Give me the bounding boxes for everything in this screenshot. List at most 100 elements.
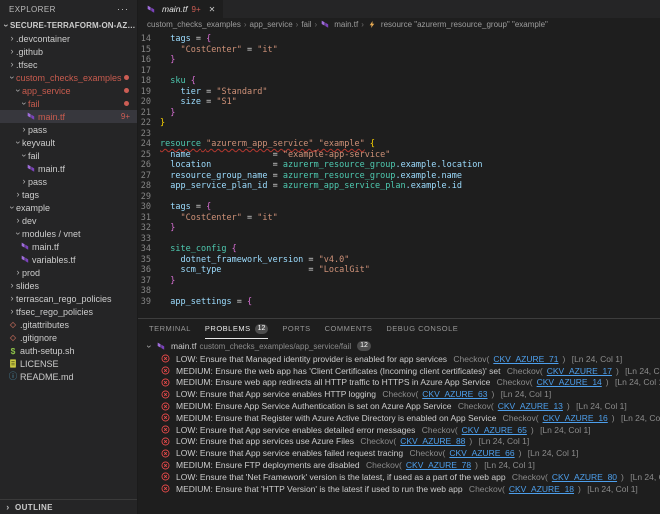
code-area[interactable]: 14 tags = {15 "CostCenter" = "it"16 }171…	[138, 31, 660, 318]
tree-item-main-tf[interactable]: main.tf	[0, 162, 137, 175]
problem-code-link[interactable]: CKV_AZURE_66	[449, 448, 514, 458]
tree-item-gitignore[interactable]: .gitignore	[0, 331, 137, 344]
tree-item-example[interactable]: ›example	[0, 201, 137, 214]
tree-item-auth-setup-sh[interactable]: $auth-setup.sh	[0, 344, 137, 357]
tree-item-github[interactable]: ›.github	[0, 45, 137, 58]
problem-code-link[interactable]: CKV_AZURE_88	[400, 436, 465, 446]
problem-source: Checkov(	[467, 484, 505, 494]
problem-code-link[interactable]: CKV_AZURE_13	[498, 401, 563, 411]
problem-location: [Ln 24, Col 1]	[482, 460, 535, 470]
tree-item-gitattributes[interactable]: .gitattributes	[0, 318, 137, 331]
problem-row[interactable]: LOW: Ensure that app services use Azure …	[138, 436, 660, 448]
error-icon	[160, 461, 170, 470]
tree-item-prod[interactable]: ›prod	[0, 266, 137, 279]
problem-row[interactable]: MEDIUM: Ensure that Register with Azure …	[138, 412, 660, 424]
problem-message: LOW: Ensure that 'Net Framework' version…	[176, 472, 506, 482]
tree-item-slides[interactable]: ›slides	[0, 279, 137, 292]
tree-item-tfsec[interactable]: ›.tfsec	[0, 58, 137, 71]
tree-item-devcontainer[interactable]: ›.devcontainer	[0, 32, 137, 45]
chevron-right-icon: ›	[8, 294, 16, 303]
problem-code-link[interactable]: CKV_AZURE_65	[462, 425, 527, 435]
panel-tab-comments[interactable]: COMMENTS	[325, 319, 373, 339]
problem-code-link[interactable]: CKV_AZURE_18	[509, 484, 574, 494]
panel-tab-terminal[interactable]: TERMINAL	[149, 319, 191, 339]
problem-row[interactable]: LOW: Ensure that Managed identity provid…	[138, 353, 660, 365]
problem-row[interactable]: LOW: Ensure that App service enables fai…	[138, 447, 660, 459]
tree-item-keyvault[interactable]: ›keyvault	[0, 136, 137, 149]
problem-code-link[interactable]: CKV_AZURE_78	[406, 460, 471, 470]
tree-item-label: modules / vnet	[22, 229, 81, 239]
breadcrumb-label: fail	[301, 20, 311, 29]
code-line: 19 tier = "Standard"	[138, 87, 660, 98]
chevron-down-icon: ›	[20, 100, 29, 108]
tree-item-dev[interactable]: ›dev	[0, 214, 137, 227]
panel-tab-debug-console[interactable]: DEBUG CONSOLE	[386, 319, 458, 339]
tree-item-label: prod	[22, 268, 40, 278]
problem-code-link[interactable]: CKV_AZURE_71	[493, 354, 558, 364]
problem-row[interactable]: LOW: Ensure that App service enables HTT…	[138, 388, 660, 400]
breadcrumb-item-fail[interactable]: fail	[301, 20, 311, 29]
tree-item-custom-checks-examples[interactable]: ›custom_checks_examples	[0, 71, 137, 84]
breadcrumb-item-custom-checks-examples[interactable]: custom_checks_examples	[147, 20, 241, 29]
breadcrumb-item-app-service[interactable]: app_service	[250, 20, 293, 29]
breadcrumb-item-main-tf[interactable]: main.tf	[320, 20, 358, 29]
close-icon[interactable]: ✕	[209, 5, 216, 14]
tree-item-tags[interactable]: ›tags	[0, 188, 137, 201]
code-text: location = azurerm_resource_group.exampl…	[160, 160, 482, 171]
tree-item-app-service[interactable]: ›app_service	[0, 84, 137, 97]
problem-row[interactable]: MEDIUM: Ensure the web app has 'Client C…	[138, 365, 660, 377]
problem-code-link[interactable]: CKV_AZURE_16	[543, 413, 608, 423]
problem-row[interactable]: LOW: Ensure that App service enables det…	[138, 424, 660, 436]
tree-item-tfsec-rego-policies[interactable]: ›tfsec_rego_policies	[0, 305, 137, 318]
problem-row[interactable]: MEDIUM: Ensure FTP deployments are disab…	[138, 459, 660, 471]
tree-item-fail[interactable]: ›fail	[0, 97, 137, 110]
symbol-event-icon	[367, 20, 377, 29]
panel-tab-label: COMMENTS	[325, 324, 373, 333]
problem-message: LOW: Ensure that Managed identity provid…	[176, 354, 447, 364]
more-actions-icon[interactable]: ···	[117, 4, 129, 14]
chevron-right-icon: ›	[8, 60, 16, 69]
tree-item-readme-md[interactable]: ⓘREADME.md	[0, 370, 137, 383]
problem-source-paren: )	[519, 448, 522, 458]
terraform-icon	[156, 342, 166, 351]
chevron-right-icon: ›	[8, 281, 16, 290]
problem-row[interactable]: LOW: Ensure that 'Net Framework' version…	[138, 471, 660, 483]
problem-code-link[interactable]: CKV_AZURE_80	[552, 472, 617, 482]
problem-source: Checkov(	[358, 436, 396, 446]
tree-item-label: .tfsec	[16, 60, 38, 70]
tree-item-main-tf[interactable]: main.tf	[0, 240, 137, 253]
code-line: 38	[138, 286, 660, 297]
tree-item-label: main.tf	[32, 242, 59, 252]
chevron-right-icon: ›	[20, 177, 28, 186]
problem-code-link[interactable]: CKV_AZURE_17	[547, 366, 612, 376]
code-line: 31 "CostCenter" = "it"	[138, 213, 660, 224]
tree-item-main-tf[interactable]: main.tf9+	[0, 110, 137, 123]
problems-file-group[interactable]: › main.tf custom_checks_examples/app_ser…	[138, 339, 660, 353]
tree-item-terrascan-rego-policies[interactable]: ›terrascan_rego_policies	[0, 292, 137, 305]
problem-message: LOW: Ensure that App service enables det…	[176, 425, 415, 435]
problem-row[interactable]: MEDIUM: Ensure that 'HTTP Version' is th…	[138, 483, 660, 495]
tree-item-pass[interactable]: ›pass	[0, 123, 137, 136]
problem-row[interactable]: MEDIUM: Ensure App Service Authenticatio…	[138, 400, 660, 412]
breadcrumb-label: main.tf	[334, 20, 358, 29]
tree-item-secure-terraform-on-azure-dev[interactable]: ›SECURE-TERRAFORM-ON-AZURE [DEV ...	[0, 19, 137, 32]
panel-tab-problems[interactable]: PROBLEMS12	[205, 319, 268, 339]
problem-code-link[interactable]: CKV_AZURE_14	[537, 377, 602, 387]
tree-item-fail[interactable]: ›fail	[0, 149, 137, 162]
tree-item-license[interactable]: LICENSE	[0, 357, 137, 370]
problem-code-link[interactable]: CKV_AZURE_63	[422, 389, 487, 399]
error-dot-badge	[124, 75, 129, 80]
tab-main-tf[interactable]: main.tf 9+ ✕	[138, 0, 223, 18]
outline-section-header[interactable]: › OUTLINE	[0, 499, 137, 514]
breadcrumb-item-resource-azurerm-resource-grou[interactable]: resource "azurerm_resource_group" "examp…	[367, 20, 548, 29]
tree-item-pass[interactable]: ›pass	[0, 175, 137, 188]
problem-message: LOW: Ensure that App service enables HTT…	[176, 389, 376, 399]
code-line: 27 resource_group_name = azurerm_resourc…	[138, 171, 660, 182]
panel-tab-ports[interactable]: PORTS	[282, 319, 310, 339]
problem-source: Checkov(	[419, 425, 457, 435]
tree-item-variables-tf[interactable]: variables.tf	[0, 253, 137, 266]
terraform-icon	[26, 112, 36, 121]
tree-item-modules-vnet[interactable]: ›modules / vnet	[0, 227, 137, 240]
problem-row[interactable]: MEDIUM: Ensure web app redirects all HTT…	[138, 377, 660, 389]
problem-location: [Ln 24, Col 1]	[538, 425, 591, 435]
